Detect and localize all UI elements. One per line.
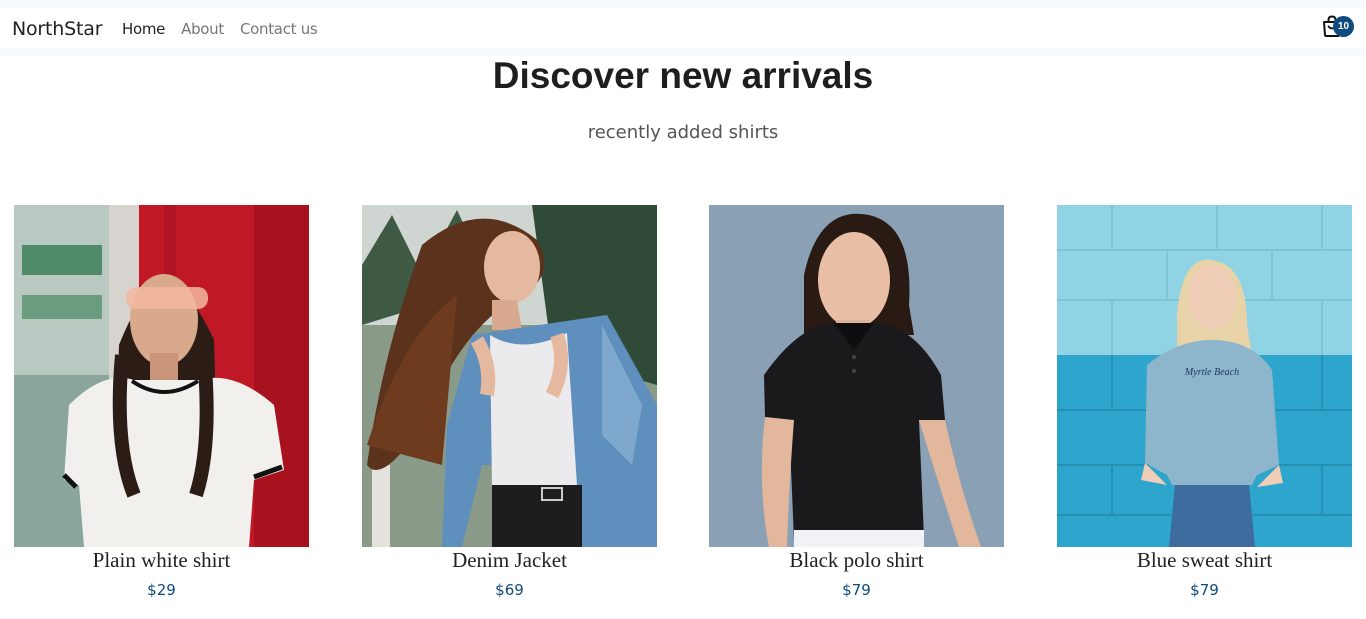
product-price: $69 — [495, 581, 524, 599]
nav-link-contact[interactable]: Contact us — [240, 20, 318, 38]
nav-link-home[interactable]: Home — [122, 20, 165, 38]
product-image[interactable]: Myrtle Beach — [1057, 205, 1352, 547]
product-price: $79 — [1190, 581, 1219, 599]
navbar: NorthStar Home About Contact us — [0, 8, 1366, 48]
page-title: Discover new arrivals — [492, 55, 874, 96]
product-name[interactable]: Plain white shirt — [0, 548, 329, 573]
product-image[interactable] — [14, 205, 309, 547]
product-name[interactable]: Black polo shirt — [689, 548, 1024, 573]
cart-count-badge: 10 — [1333, 16, 1354, 37]
product-grid: Plain white shirt $29 Denim Jacket $69 B… — [0, 205, 1366, 619]
svg-text:Myrtle Beach: Myrtle Beach — [1184, 367, 1239, 378]
product-name[interactable]: Blue sweat shirt — [1037, 548, 1366, 573]
product-image[interactable] — [362, 205, 657, 547]
product-price: $79 — [842, 581, 871, 599]
top-strip — [0, 0, 1366, 8]
product-price: $29 — [147, 581, 176, 599]
product-image[interactable] — [709, 205, 1004, 547]
brand-logo[interactable]: NorthStar — [12, 18, 103, 40]
nav-link-about[interactable]: About — [181, 20, 224, 38]
product-name[interactable]: Denim Jacket — [342, 548, 677, 573]
page-subtitle: recently added shirts — [587, 122, 779, 143]
nav-links: Home About Contact us — [122, 20, 318, 38]
